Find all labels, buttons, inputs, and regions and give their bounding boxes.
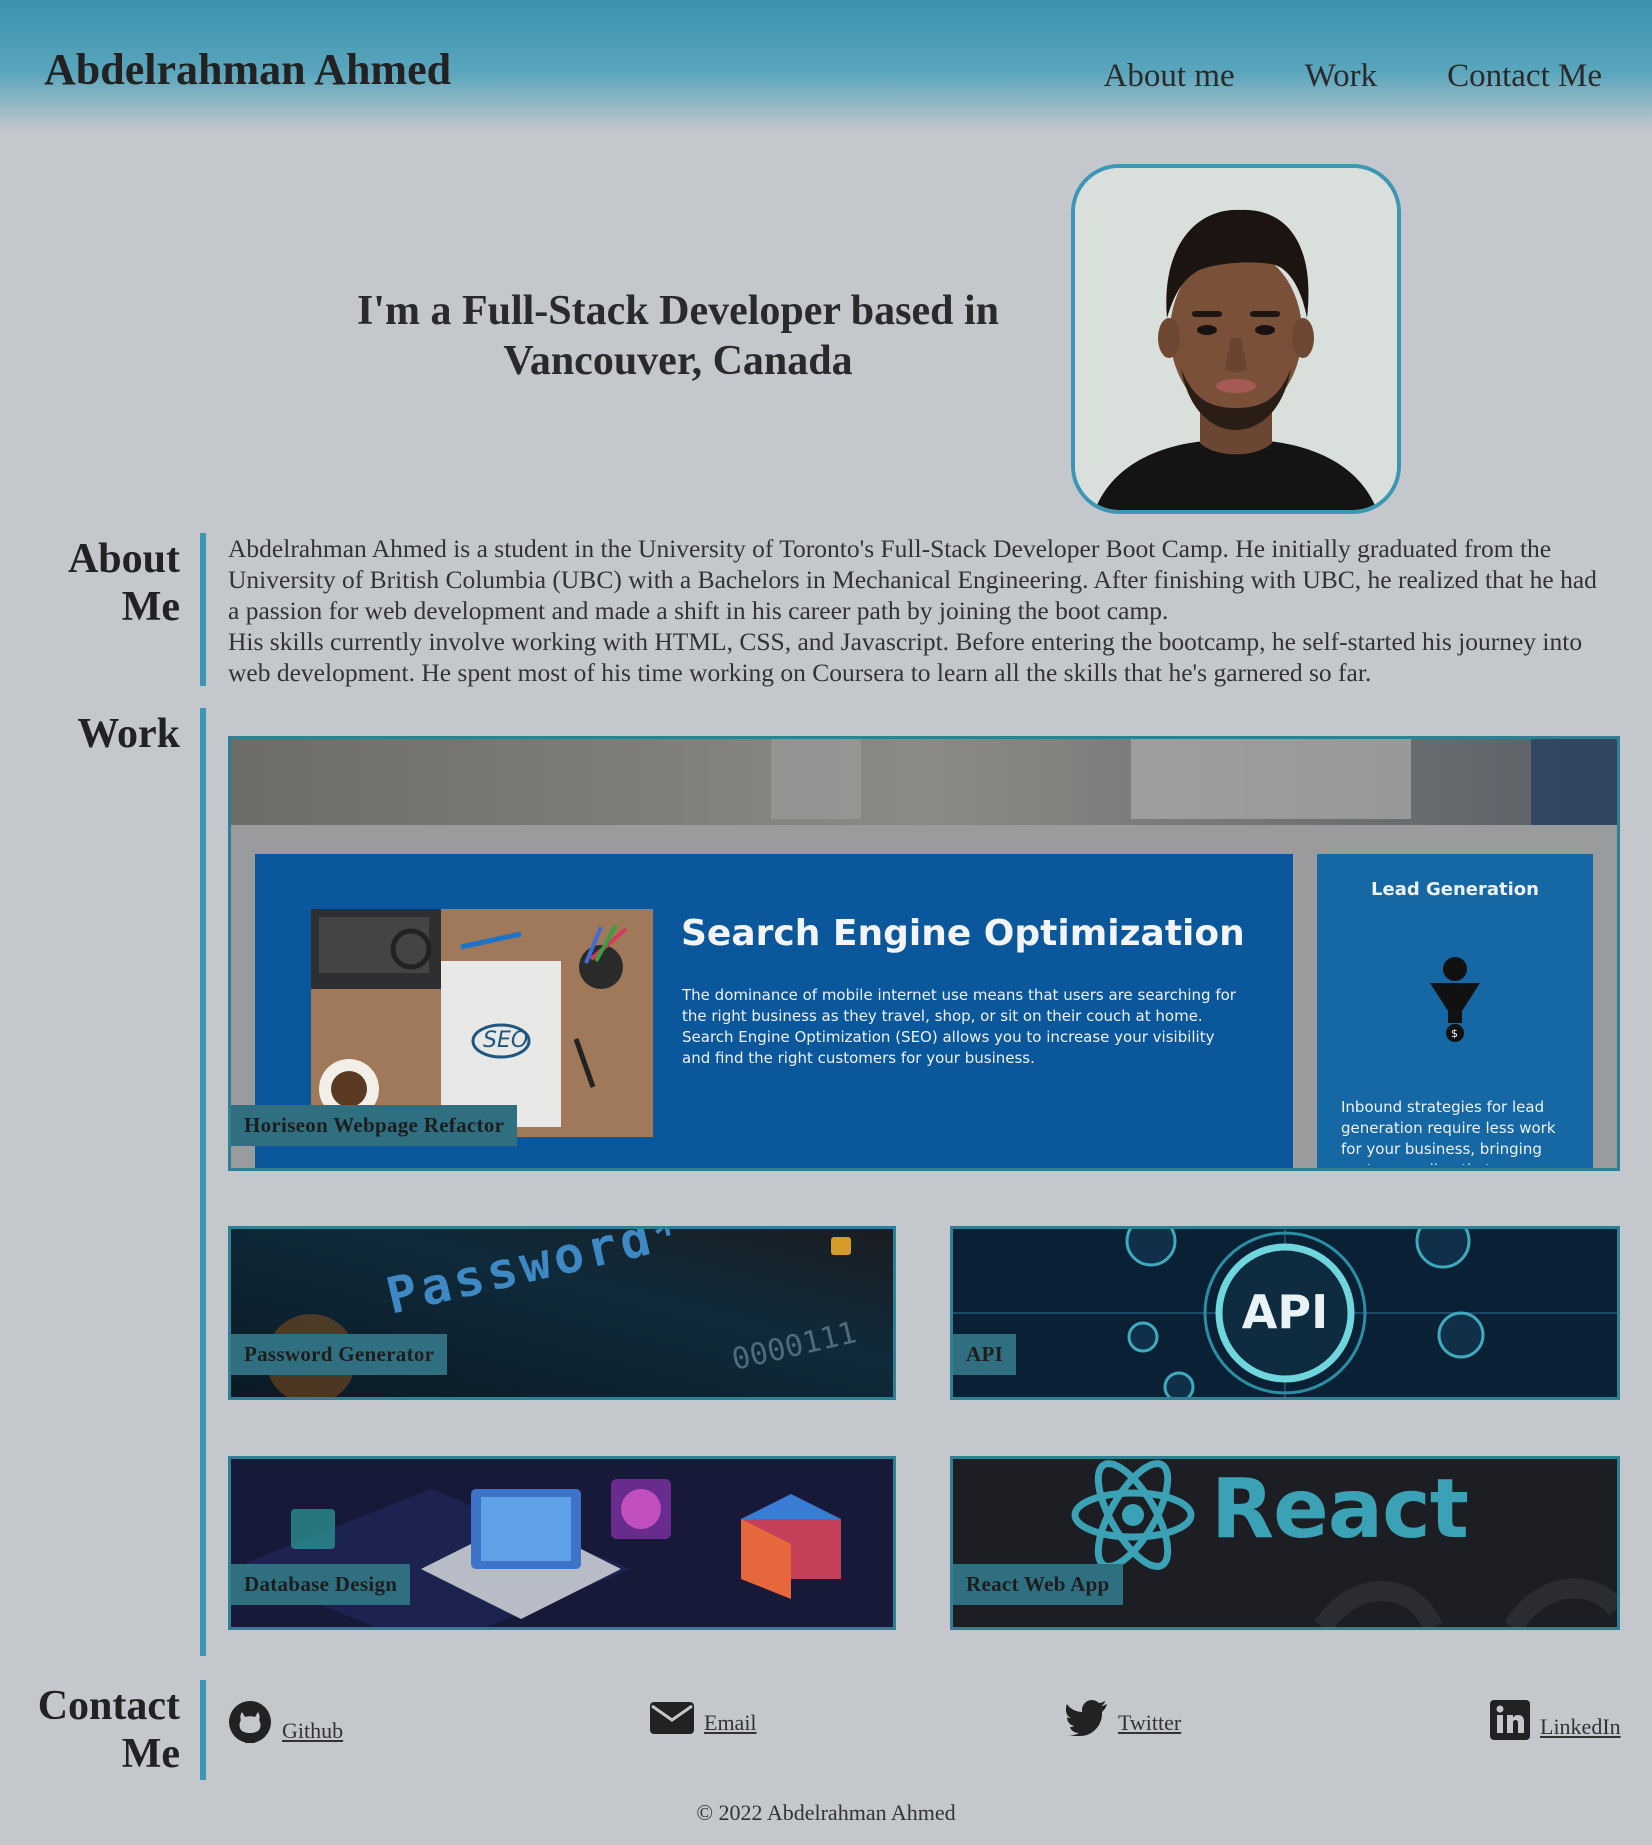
- project-card-react-web-app[interactable]: React React Web App: [950, 1456, 1620, 1630]
- contact-section-label: Contact Me: [37, 1683, 180, 1777]
- footer-copyright: © 2022 Abdelrahman Ahmed: [696, 1800, 956, 1825]
- project-card-database-design[interactable]: Database Design: [228, 1456, 896, 1630]
- project-card-horiseon[interactable]: SEO Search Engine Optimization The domin…: [228, 736, 1620, 1171]
- seo-badge-text: SEO: [483, 1028, 528, 1053]
- project-title[interactable]: React Web App: [953, 1564, 1123, 1605]
- contact-twitter[interactable]: Twitter: [1066, 1700, 1181, 1736]
- about-text: Abdelrahman Ahmed is a student in the Un…: [228, 533, 1608, 688]
- github-icon: [229, 1701, 271, 1743]
- nav-contact[interactable]: Contact Me: [1447, 58, 1602, 95]
- about-section-divider: [200, 533, 206, 686]
- work-section-label: Work: [77, 711, 180, 757]
- project-title[interactable]: Password Generator: [231, 1334, 448, 1375]
- seo-body: The dominance of mobile internet use mea…: [682, 986, 1236, 1067]
- about-paragraph: Abdelrahman Ahmed is a student in the Un…: [228, 534, 1597, 625]
- main-nav: About me Work Contact Me: [1104, 58, 1602, 95]
- project-title[interactable]: API: [953, 1334, 1017, 1375]
- about-paragraph: His skills currently involve working wit…: [228, 627, 1583, 687]
- profile-photo: [1071, 164, 1401, 514]
- site-brand: Abdelrahman Ahmed: [44, 45, 452, 94]
- project-title[interactable]: Database Design: [231, 1564, 411, 1605]
- site-header: Abdelrahman Ahmed About me Work Contact …: [0, 0, 1652, 132]
- react-art-text: React: [1211, 1462, 1469, 1557]
- svg-text:$: $: [1451, 1027, 1458, 1040]
- funnel-icon: $: [1428, 953, 1482, 1048]
- project-title[interactable]: Horiseon Webpage Refactor: [231, 1105, 518, 1146]
- contact-email[interactable]: Email: [650, 1700, 757, 1736]
- contact-section-divider: [200, 1680, 206, 1780]
- contact-link-label[interactable]: Twitter: [1118, 1710, 1181, 1736]
- project-card-password-generator[interactable]: Password**** 0000111 Password Generator: [228, 1226, 896, 1400]
- hero-title: I'm a Full-Stack Developer based in Vanc…: [356, 288, 1000, 384]
- contact-link-label[interactable]: LinkedIn: [1540, 1714, 1621, 1740]
- twitter-icon: [1066, 1700, 1107, 1736]
- nav-about[interactable]: About me: [1104, 58, 1235, 95]
- seo-heading: Search Engine Optimization: [681, 913, 1245, 954]
- profile-portrait-illustration: [1075, 168, 1397, 510]
- lead-gen-heading: Lead Generation: [1371, 879, 1539, 900]
- envelope-icon: [650, 1702, 694, 1734]
- project-card-api[interactable]: API API: [950, 1226, 1620, 1400]
- contact-linkedin[interactable]: LinkedIn: [1490, 1700, 1621, 1740]
- linkedin-icon: [1490, 1700, 1530, 1740]
- contact-link-label[interactable]: Email: [704, 1710, 757, 1736]
- work-section-divider: [200, 708, 206, 1656]
- contact-link-label[interactable]: Github: [282, 1718, 343, 1744]
- lead-gen-body: Inbound strategies for lead generation r…: [1341, 1098, 1556, 1165]
- nav-work[interactable]: Work: [1305, 58, 1378, 95]
- contact-github[interactable]: Github: [228, 1700, 343, 1744]
- api-art-text: API: [1241, 1285, 1329, 1339]
- about-section-label: About Me: [67, 536, 180, 630]
